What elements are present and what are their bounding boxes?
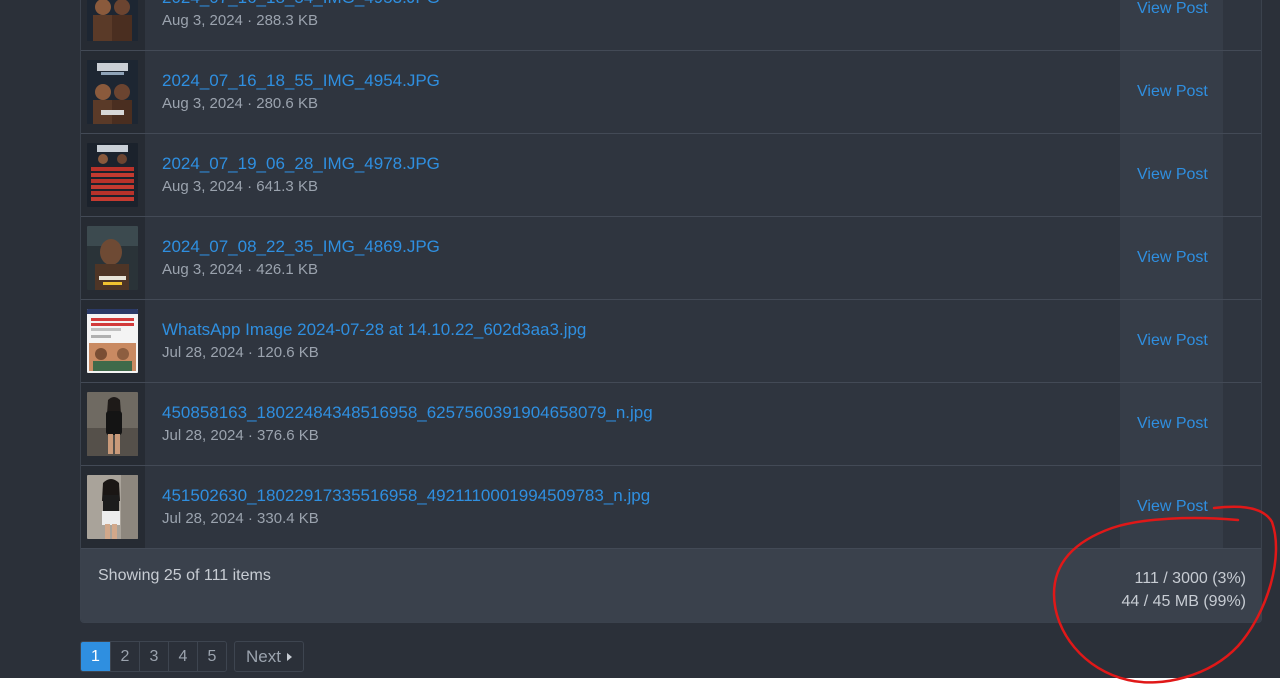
attachments-page: 2024_07_16_18_54_IMG_4953.JPG Aug 3, 202… [0,0,1280,686]
file-name-link[interactable]: 2024_07_08_22_35_IMG_4869.JPG [162,237,440,257]
view-post-link[interactable]: View Post [1137,415,1208,433]
table-row: 450858163_18022484348516958_625756039190… [81,383,1261,466]
view-post-link[interactable]: View Post [1137,166,1208,184]
table-row: 451502630_18022917335516958_492111000199… [81,466,1261,549]
items-count-text: Showing 25 of 111 items [98,567,271,584]
window-bottom-edge [0,678,1280,686]
file-thumbnail[interactable] [87,143,138,207]
pagination: 1 2 3 4 5 Next [80,641,304,672]
file-thumbnail[interactable] [87,392,138,456]
view-post-link[interactable]: View Post [1137,332,1208,350]
file-name-link[interactable]: 451502630_18022917335516958_492111000199… [162,486,650,506]
file-meta: Aug 3, 2024 · 280.6 KB [162,95,318,112]
caret-right-icon [286,652,292,661]
attachments-table: 2024_07_16_18_54_IMG_4953.JPG Aug 3, 202… [80,0,1262,623]
next-page-button[interactable]: Next [234,641,304,672]
thumbnail-cell [81,0,145,50]
storage-quota-text: 44 / 45 MB (99%) [1121,593,1247,610]
file-meta: Jul 28, 2024 · 376.6 KB [162,427,319,444]
file-name-link[interactable]: 2024_07_19_06_28_IMG_4978.JPG [162,154,440,174]
file-thumbnail[interactable] [87,60,138,124]
file-thumbnail[interactable] [87,475,138,539]
file-thumbnail[interactable] [87,226,138,290]
thumbnail-cell [81,466,145,548]
item-quota-text: 111 / 3000 (3%) [1134,570,1246,587]
file-thumbnail[interactable] [87,309,138,373]
thumbnail-cell [81,383,145,465]
file-name-link[interactable]: WhatsApp Image 2024-07-28 at 14.10.22_60… [162,320,586,340]
page-button-4[interactable]: 4 [168,642,197,671]
page-button-1[interactable]: 1 [81,642,110,671]
table-row: 2024_07_19_06_28_IMG_4978.JPG Aug 3, 202… [81,134,1261,217]
table-row: 2024_07_16_18_54_IMG_4953.JPG Aug 3, 202… [81,0,1261,51]
file-meta: Aug 3, 2024 · 641.3 KB [162,178,318,195]
table-row: WhatsApp Image 2024-07-28 at 14.10.22_60… [81,300,1261,383]
page-number-group: 1 2 3 4 5 [80,641,227,672]
table-row: 2024_07_16_18_55_IMG_4954.JPG Aug 3, 202… [81,51,1261,134]
page-button-2[interactable]: 2 [110,642,139,671]
page-button-5[interactable]: 5 [197,642,226,671]
file-name-link[interactable]: 2024_07_16_18_54_IMG_4953.JPG [162,0,440,8]
quota-usage: 111 / 3000 (3%) 44 / 45 MB (99%) [1122,567,1247,613]
file-meta: Aug 3, 2024 · 288.3 KB [162,12,318,29]
file-meta: Jul 28, 2024 · 330.4 KB [162,510,319,527]
file-name-link[interactable]: 2024_07_16_18_55_IMG_4954.JPG [162,71,440,91]
file-name-link[interactable]: 450858163_18022484348516958_625756039190… [162,403,653,423]
file-thumbnail[interactable] [87,0,138,41]
table-footer: Showing 25 of 111 items 111 / 3000 (3%) … [81,549,1261,622]
view-post-link[interactable]: View Post [1137,83,1208,101]
view-post-link[interactable]: View Post [1137,249,1208,267]
file-meta: Aug 3, 2024 · 426.1 KB [162,261,318,278]
file-meta: Jul 28, 2024 · 120.6 KB [162,344,319,361]
thumbnail-cell [81,217,145,299]
table-row: 2024_07_08_22_35_IMG_4869.JPG Aug 3, 202… [81,217,1261,300]
thumbnail-cell [81,51,145,133]
view-post-link[interactable]: View Post [1137,0,1208,18]
page-button-3[interactable]: 3 [139,642,168,671]
view-post-link[interactable]: View Post [1137,498,1208,516]
thumbnail-cell [81,134,145,216]
next-label: Next [246,646,281,666]
thumbnail-cell [81,300,145,382]
